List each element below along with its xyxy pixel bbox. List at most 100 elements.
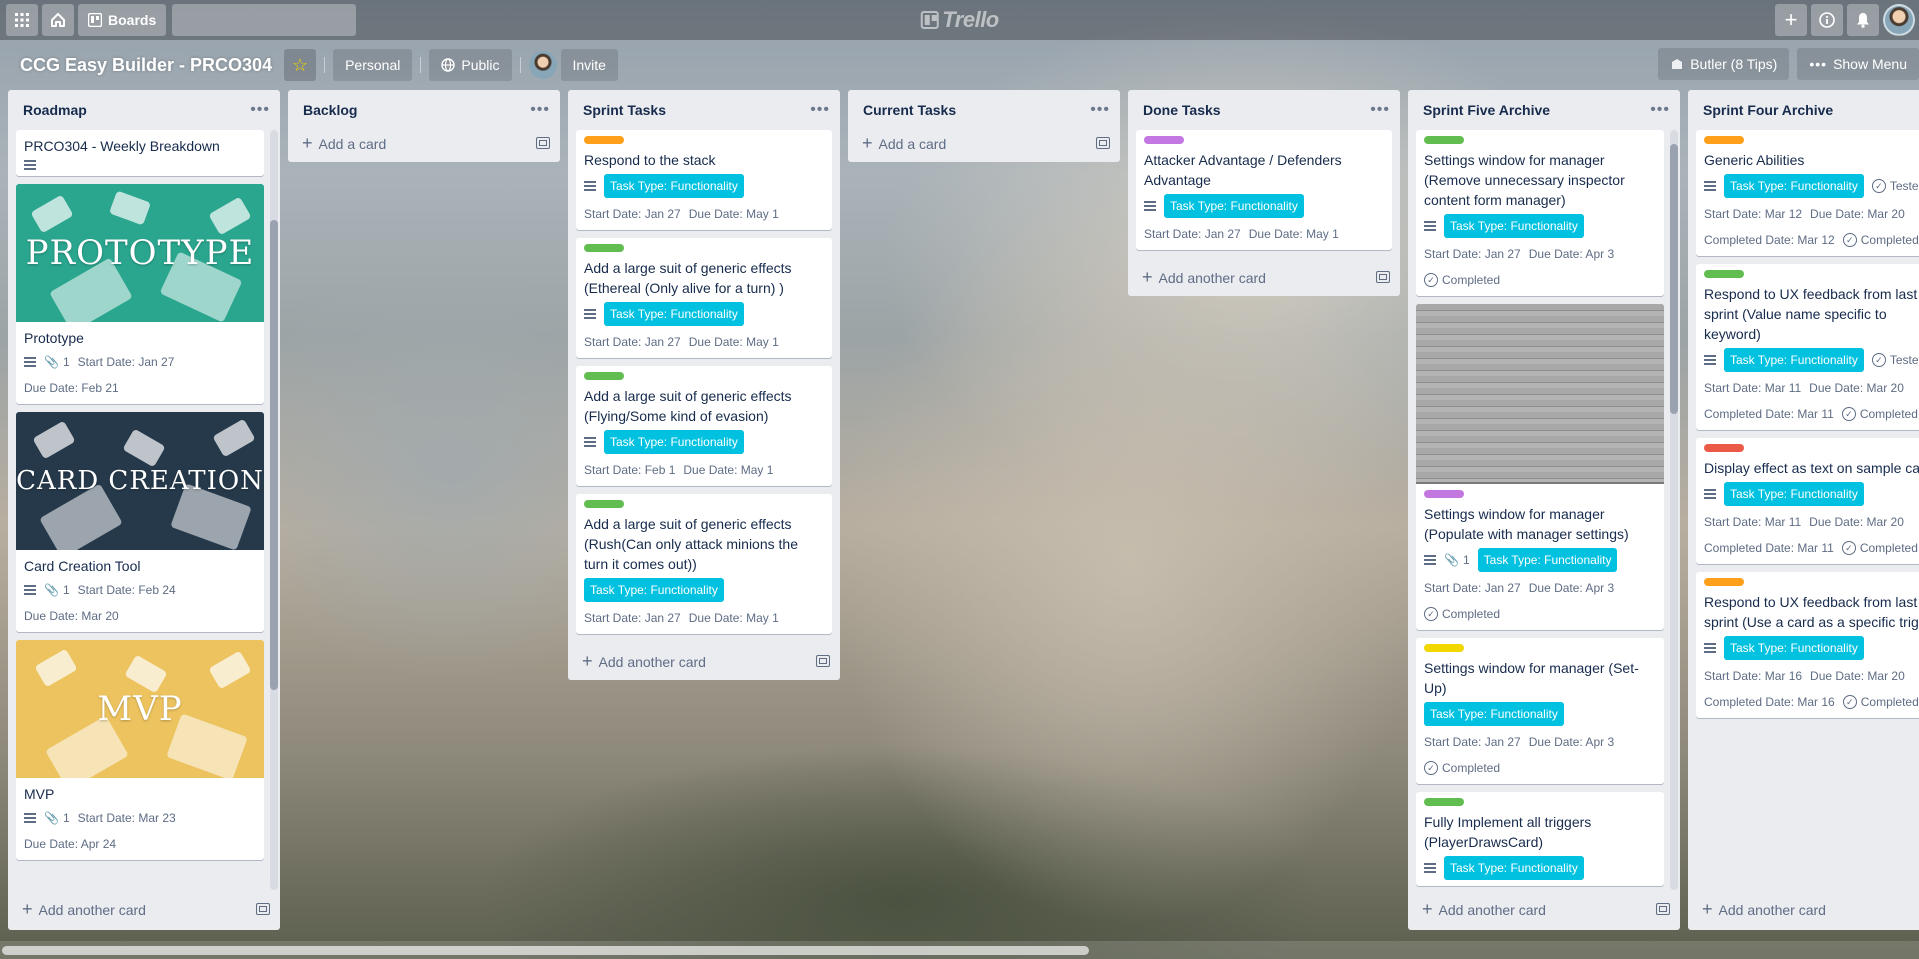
list-title[interactable]: Roadmap — [23, 102, 87, 118]
due-date-badge: Due Date: Apr 24 — [24, 837, 117, 851]
label-green — [584, 500, 624, 508]
card[interactable]: Attacker Advantage / Defenders Advantage… — [1136, 130, 1392, 250]
card[interactable]: Add a large suit of generic effects (Eth… — [576, 238, 832, 358]
card[interactable]: Respond to the stack Task Type: Function… — [576, 130, 832, 230]
search-box[interactable] — [163, 4, 357, 36]
tested-badge: ✓Tested — [1871, 350, 1919, 370]
scrollbar-thumb[interactable] — [2, 946, 1089, 955]
due-date-badge: Due Date: Mar 20 — [1810, 669, 1905, 683]
add-another-card-button[interactable]: + Add another card — [1408, 890, 1680, 928]
card[interactable]: Add a large suit of generic effects (Rus… — [576, 494, 832, 634]
card[interactable]: Respond to UX feedback from last sprint … — [1696, 572, 1919, 718]
info-icon[interactable] — [1811, 4, 1843, 36]
list-header[interactable]: Sprint Tasks ••• — [568, 90, 840, 130]
list-title[interactable]: Done Tasks — [1143, 102, 1221, 118]
trello-logo[interactable]: Trello — [920, 7, 999, 33]
card-list: Generic Abilities Task Type: Functionali… — [1688, 130, 1919, 890]
card[interactable]: Settings window for manager (Remove unne… — [1416, 130, 1664, 296]
add-another-card-button[interactable]: + Add another card — [568, 642, 840, 680]
task-type-badge: Task Type: Functionality — [1724, 174, 1864, 198]
search-input[interactable] — [163, 5, 349, 35]
add-card-button[interactable]: + Add a card — [848, 124, 1120, 162]
start-date-badge: Start Date: Jan 27 — [584, 611, 681, 625]
card-template-icon[interactable] — [536, 137, 550, 149]
plus-icon[interactable]: + — [1775, 4, 1807, 36]
add-another-card-button[interactable]: + Add another card — [1688, 890, 1919, 928]
show-menu-label: Show Menu — [1833, 56, 1907, 72]
card-template-icon[interactable] — [1376, 271, 1390, 283]
list-title[interactable]: Sprint Four Archive — [1703, 102, 1833, 118]
board-title[interactable]: CCG Easy Builder - PRCO304 — [8, 55, 284, 76]
list-title[interactable]: Sprint Five Archive — [1423, 102, 1550, 118]
member-avatar[interactable] — [528, 51, 557, 79]
card[interactable]: PRCO304 - Weekly Breakdown — [16, 130, 264, 176]
label-orange — [584, 136, 624, 144]
add-card-button[interactable]: + Add a card — [288, 124, 560, 162]
list-title[interactable]: Current Tasks — [863, 102, 956, 118]
list-scrollbar[interactable] — [270, 130, 278, 890]
scrollbar-thumb[interactable] — [1670, 144, 1678, 414]
butler-icon — [1672, 59, 1683, 69]
card[interactable]: PROTOTYPE Prototype 📎 1 Start Date: Jan 2… — [16, 184, 264, 404]
tested-badge: ✓Tested — [1871, 176, 1919, 196]
more-icon[interactable]: ••• — [810, 101, 830, 119]
card[interactable]: Settings window for manager (Populate wi… — [1416, 304, 1664, 630]
show-menu-button[interactable]: ••• Show Menu — [1797, 48, 1919, 80]
card[interactable]: Settings window for manager (Set-Up) Tas… — [1416, 638, 1664, 784]
home-icon[interactable] — [42, 4, 74, 36]
label-green — [1424, 798, 1464, 806]
card-template-icon[interactable] — [256, 903, 270, 915]
more-icon[interactable]: ••• — [1650, 101, 1670, 119]
board-horizontal-scrollbar[interactable] — [0, 941, 1919, 959]
list-header[interactable]: Sprint Five Archive ••• — [1408, 90, 1680, 130]
list-sprint-four-archive: Sprint Four Archive ••• Generic Abilitie… — [1688, 90, 1919, 930]
butler-button[interactable]: Butler (8 Tips) — [1658, 48, 1790, 80]
team-visibility-button[interactable]: Personal — [333, 49, 413, 81]
start-date-badge: Start Date: Jan 27 — [584, 335, 681, 349]
bell-icon[interactable] — [1847, 4, 1879, 36]
card[interactable]: Fully Implement all triggers (PlayerDraw… — [1416, 792, 1664, 886]
list-header[interactable]: Roadmap ••• — [8, 90, 280, 130]
more-icon[interactable]: ••• — [1090, 101, 1110, 119]
invite-button[interactable]: Invite — [560, 49, 618, 81]
plus-icon: + — [1422, 898, 1433, 919]
list-title[interactable]: Backlog — [303, 102, 357, 118]
card[interactable]: MVP MVP 📎 1 Start Date: Mar 23 Due Date: … — [16, 640, 264, 860]
card-template-icon[interactable] — [1096, 137, 1110, 149]
list-scrollbar[interactable] — [1670, 130, 1678, 890]
boards-button[interactable]: Boards — [78, 4, 167, 36]
card-cover-image: PROTOTYPE — [16, 184, 264, 322]
card-list: Attacker Advantage / Defenders Advantage… — [1128, 130, 1400, 258]
list-header[interactable]: Sprint Four Archive ••• — [1688, 90, 1919, 130]
paperclip-icon: 📎 — [1444, 553, 1459, 567]
card[interactable]: Respond to UX feedback from last sprint … — [1696, 264, 1919, 430]
star-icon[interactable]: ☆ — [284, 49, 317, 81]
user-avatar[interactable] — [1883, 4, 1915, 36]
card-template-icon[interactable] — [816, 655, 830, 667]
card-template-icon[interactable] — [1656, 903, 1670, 915]
visibility-button[interactable]: Public — [429, 49, 512, 81]
task-type-badge: Task Type: Functionality — [604, 174, 744, 198]
apps-grid-icon[interactable] — [6, 4, 38, 36]
more-icon[interactable]: ••• — [250, 101, 270, 119]
card[interactable]: Add a large suit of generic effects (Fly… — [576, 366, 832, 486]
list-sprint-tasks: Sprint Tasks ••• Respond to the stack Ta… — [568, 90, 840, 680]
list-current-tasks: Current Tasks ••• + Add a card — [848, 90, 1120, 162]
add-another-card-button[interactable]: + Add another card — [1128, 258, 1400, 296]
list-title[interactable]: Sprint Tasks — [583, 102, 666, 118]
add-another-card-button[interactable]: + Add another card — [8, 890, 280, 928]
list-clip: Sprint Four Archive ••• Generic Abilitie… — [1688, 90, 1919, 930]
description-icon — [24, 160, 36, 170]
scrollbar-thumb[interactable] — [270, 220, 278, 690]
card[interactable]: Generic Abilities Task Type: Functionali… — [1696, 130, 1919, 256]
card[interactable]: CARD CREATION Card Creation Tool 📎 1 Star… — [16, 412, 264, 632]
task-type-badge: Task Type: Functionality — [604, 302, 744, 326]
due-date-badge: Due Date: May 1 — [688, 207, 779, 221]
plus-icon: + — [1142, 266, 1153, 287]
label-green — [1704, 270, 1744, 278]
more-icon[interactable]: ••• — [530, 101, 550, 119]
more-icon[interactable]: ••• — [1370, 101, 1390, 119]
card[interactable]: Display effect as text on sample card Ta… — [1696, 438, 1919, 564]
task-type-badge: Task Type: Functionality — [1444, 214, 1584, 238]
list-header[interactable]: Done Tasks ••• — [1128, 90, 1400, 130]
